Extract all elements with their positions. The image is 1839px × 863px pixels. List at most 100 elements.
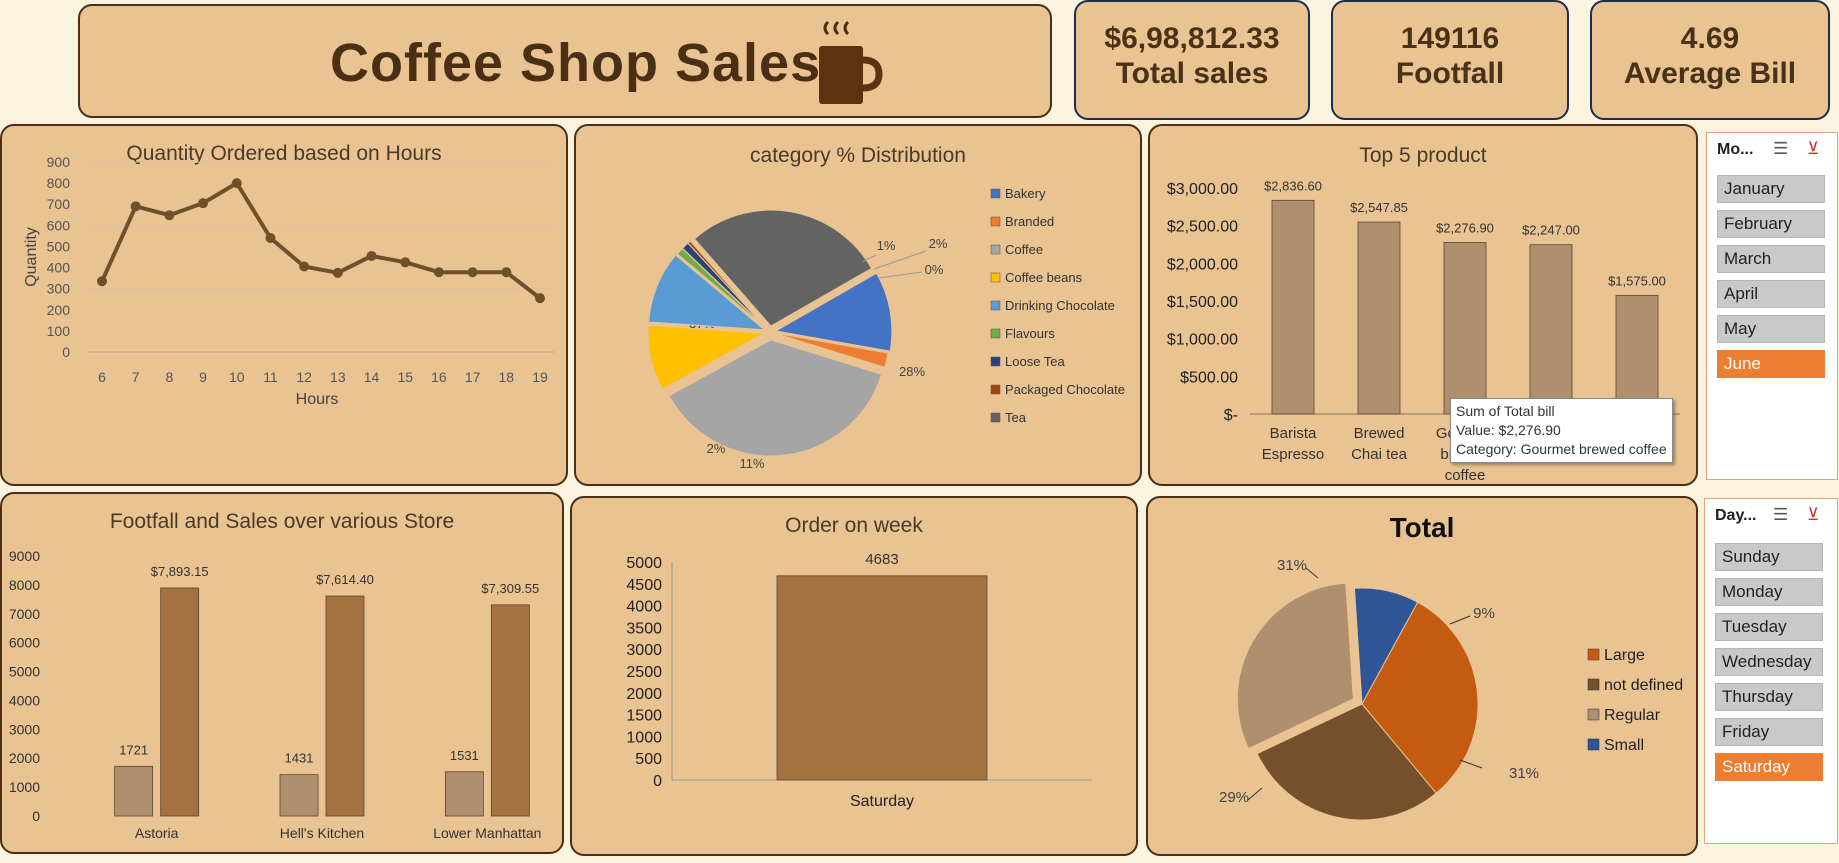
legend-label: Flavours <box>1005 326 1055 341</box>
x-tick-label: 7 <box>132 369 140 385</box>
data-point <box>535 293 545 304</box>
x-tick-label: 11 <box>263 369 278 385</box>
legend-swatch <box>1587 738 1600 751</box>
x-tick-label: 9 <box>199 369 207 385</box>
y-tick-label: $2,000.00 <box>1167 256 1238 273</box>
x-tick-label: 15 <box>397 369 413 385</box>
slicer-item-saturday[interactable]: Saturday <box>1715 753 1823 781</box>
leader-line <box>1449 615 1471 625</box>
slicer-header: Mo... <box>1717 141 1754 158</box>
multi-select-icon[interactable]: ☰ <box>1773 139 1788 159</box>
y-tick-label: 0 <box>32 808 40 824</box>
y-tick-label: 600 <box>47 217 71 233</box>
legend-label: Packaged Chocolate <box>1005 382 1125 397</box>
day-slicer[interactable]: Day... ☰ ⊻ Sunday Monday Tuesday Wednesday T… <box>1704 498 1838 844</box>
slice-data-label: 2% <box>929 236 948 251</box>
data-point <box>332 267 343 278</box>
slicer-item-friday[interactable]: Friday <box>1715 718 1823 746</box>
y-tick-label: 6000 <box>9 635 40 651</box>
y-tick-label: 300 <box>47 281 71 297</box>
kpi-footfall: 149116 Footfall <box>1331 0 1569 120</box>
y-tick-label: 7000 <box>9 606 40 622</box>
slicer-item-april[interactable]: April <box>1717 280 1825 308</box>
legend-label: Regular <box>1604 707 1661 724</box>
x-tick-label: 10 <box>229 369 245 385</box>
slice-data-label: 1% <box>877 238 896 253</box>
leader-line <box>1305 567 1319 579</box>
data-point <box>130 201 141 212</box>
x-tick-label: 16 <box>431 369 447 385</box>
x-tick-label: 19 <box>532 369 548 385</box>
bar <box>114 765 154 817</box>
chart-hours-panel[interactable]: Quantity Ordered based on Hours 0 100 200 3… <box>0 124 568 486</box>
y-tick-label: 800 <box>47 175 71 191</box>
slicer-item-sunday[interactable]: Sunday <box>1715 543 1823 571</box>
slicer-item-thursday[interactable]: Thursday <box>1715 683 1823 711</box>
bar-data-label: 1431 <box>285 751 314 766</box>
y-tick-label: 0 <box>62 344 70 360</box>
data-point <box>366 250 377 261</box>
x-tick-label: Brewed <box>1354 425 1405 442</box>
y-tick-label: 100 <box>47 323 71 339</box>
y-tick-label: 3000 <box>626 642 662 659</box>
leader-line <box>1459 759 1483 769</box>
slicer-item-march[interactable]: March <box>1717 245 1825 273</box>
slice-data-label: 29% <box>1219 789 1249 806</box>
clear-filter-icon[interactable]: ⊻ <box>1807 505 1819 525</box>
leader-line <box>877 271 923 279</box>
chart-week-panel[interactable]: Order on week 0 500 1000 1500 2000 2500 3000 35… <box>570 496 1138 856</box>
legend-swatch <box>990 328 1001 339</box>
legend-label: Small <box>1604 737 1644 754</box>
legend-label: Large <box>1604 647 1645 664</box>
y-tick-label: $1,000.00 <box>1167 332 1238 349</box>
slicer-item-wednesday[interactable]: Wednesday <box>1715 648 1823 676</box>
slicer-item-tuesday[interactable]: Tuesday <box>1715 613 1823 641</box>
y-tick-label: 1000 <box>626 729 662 746</box>
slice-data-label: 31% <box>1277 557 1307 574</box>
data-point <box>467 267 478 278</box>
slicer-header: Day... <box>1715 507 1757 524</box>
y-tick-label: 400 <box>47 260 71 276</box>
y-tick-label: 500 <box>635 751 662 768</box>
slicer-item-january[interactable]: January <box>1717 175 1825 203</box>
data-point <box>231 178 242 189</box>
multi-select-icon[interactable]: ☰ <box>1773 505 1788 525</box>
bar-data-label: $2,247.00 <box>1522 223 1580 238</box>
legend-swatch <box>990 272 1001 283</box>
series-line <box>100 181 542 300</box>
chart-stores-panel[interactable]: Footfall and Sales over various Store 01… <box>0 492 564 854</box>
bar-data-label: $2,836.60 <box>1264 178 1322 193</box>
y-tick-label: 900 <box>47 154 71 170</box>
clear-filter-icon[interactable]: ⊻ <box>1807 139 1819 159</box>
slicer-item-may[interactable]: May <box>1717 315 1825 343</box>
legend-swatch <box>990 188 1001 199</box>
category-pie-chart: 11%2%37%9%10%1%2%0%28%BakeryBrandedCoffe… <box>647 186 1125 471</box>
month-slicer[interactable]: Mo... ☰ ⊻ January February March April May Ju… <box>1706 132 1838 480</box>
bar-data-label: 4683 <box>865 551 898 568</box>
x-tick-label: Chai tea <box>1351 446 1408 463</box>
leader-line <box>873 250 927 270</box>
chart-top5-panel[interactable]: Top 5 product $- $500.00 $1,000.00 $1,500.0… <box>1148 124 1698 486</box>
x-axis-label: Hours <box>296 391 339 408</box>
data-point <box>433 267 444 278</box>
x-tick-label: 13 <box>330 369 346 385</box>
y-tick-label: 0 <box>653 773 662 790</box>
slicer-item-june[interactable]: June <box>1717 350 1825 378</box>
x-tick-label: coffee <box>1445 467 1486 484</box>
y-tick-label: 500 <box>47 238 71 254</box>
slice-data-label: 31% <box>1509 765 1539 782</box>
y-tick-label: 3500 <box>626 620 662 637</box>
x-tick-label: 8 <box>165 369 173 385</box>
chart-category-panel[interactable]: category % Distribution 11%2%37%9%10%1%2… <box>574 124 1142 486</box>
legend-swatch <box>990 412 1001 423</box>
bar <box>1443 242 1487 415</box>
bar-data-label: $7,614.40 <box>316 572 374 587</box>
y-tick-label: 5000 <box>626 555 662 572</box>
slicer-item-monday[interactable]: Monday <box>1715 578 1823 606</box>
week-bar-chart: 0 500 1000 1500 2000 2500 3000 3500 4000 4500 5000… <box>626 551 1092 810</box>
bar <box>1615 294 1659 415</box>
tooltip-line: Category: Gourmet brewed coffee <box>1456 441 1667 457</box>
slicer-item-february[interactable]: February <box>1717 210 1825 238</box>
legend-swatch <box>990 384 1001 395</box>
chart-size-panel[interactable]: Total 31% 29% 31% 9% Large not defined Regular… <box>1146 496 1698 856</box>
